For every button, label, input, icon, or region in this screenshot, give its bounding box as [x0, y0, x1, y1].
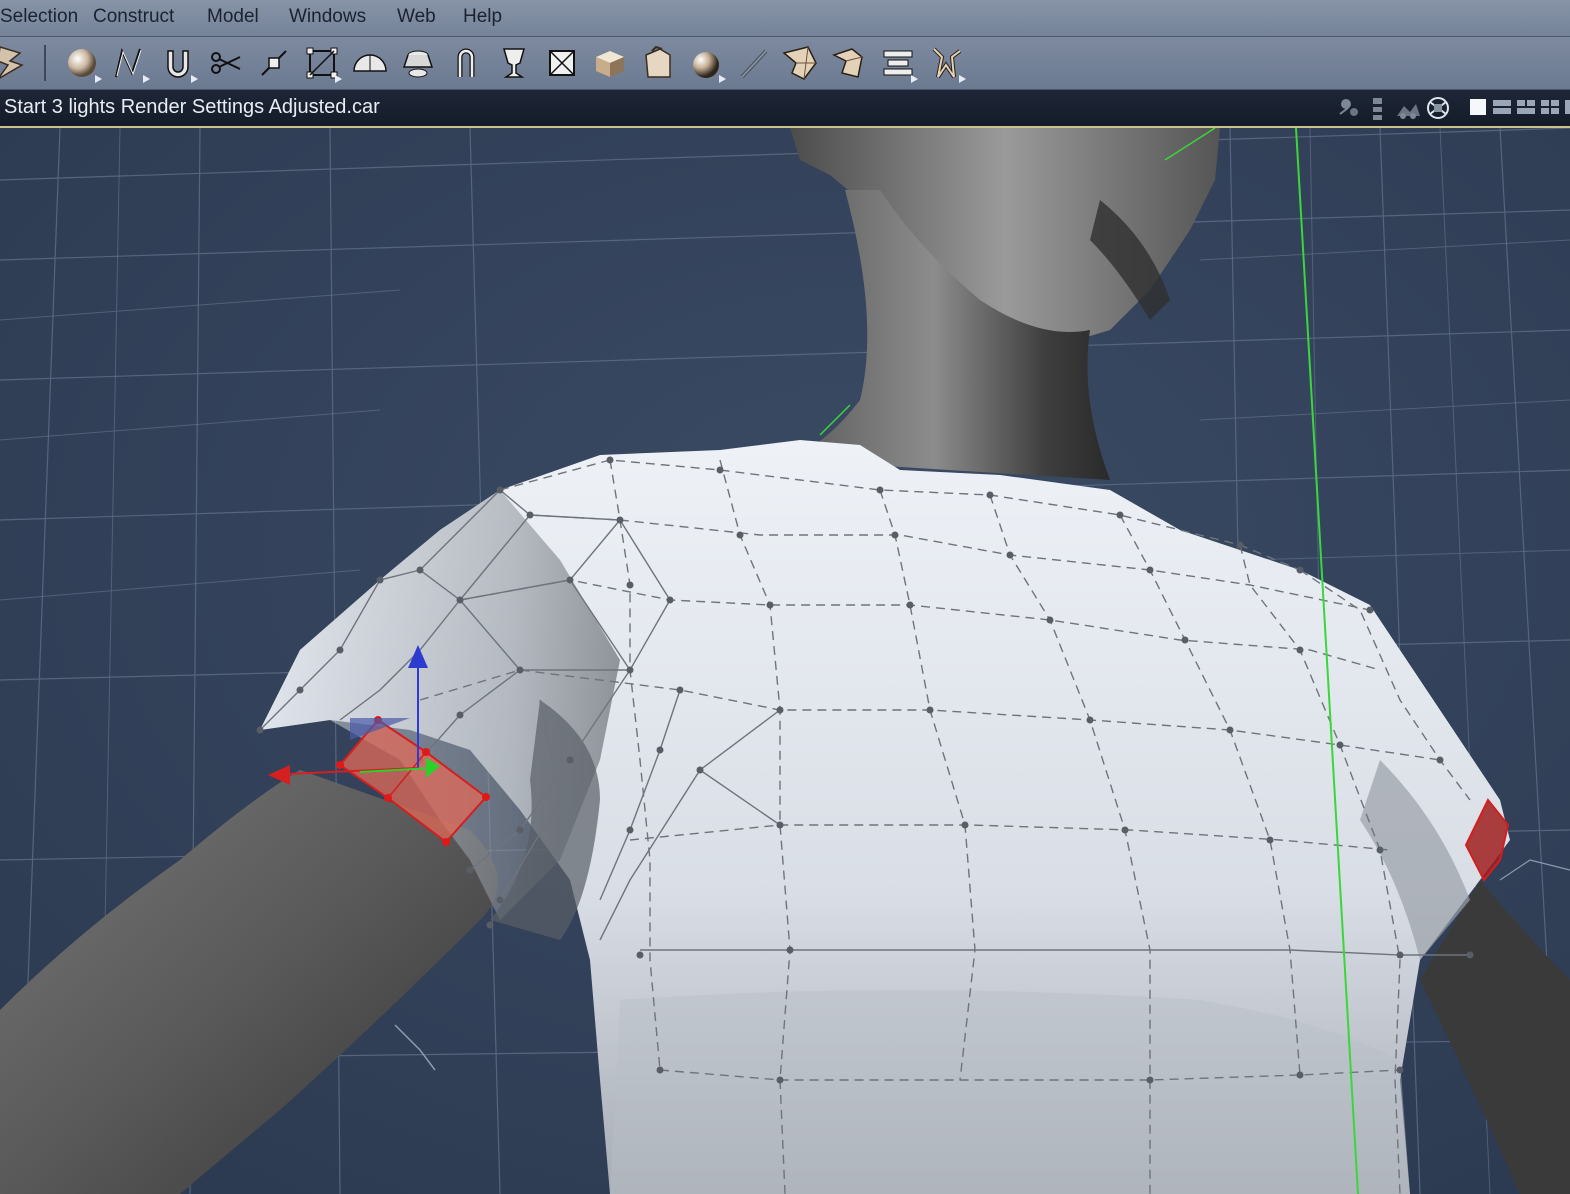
menu-construct[interactable]: Construct [93, 6, 174, 28]
magnet-tool-icon[interactable] [158, 43, 198, 83]
vertex-move-tool-icon[interactable] [254, 43, 294, 83]
spline-tool-icon[interactable] [110, 43, 150, 83]
hierarchy-view-icon[interactable] [1364, 94, 1392, 122]
more-layouts-icon[interactable] [1564, 97, 1570, 117]
lightning-tool-icon[interactable] [0, 43, 32, 83]
deform-tool-icon[interactable] [780, 43, 820, 83]
menu-bar: Selection Construct Model Windows Web He… [0, 0, 1570, 37]
bounding-box-tool-icon[interactable] [302, 43, 342, 83]
menu-model[interactable]: Model [207, 6, 259, 28]
dome-tool-icon[interactable] [350, 43, 390, 83]
bag-tool-icon[interactable] [638, 43, 678, 83]
document-title: Start 3 lights Render Settings Adjusted.… [4, 96, 380, 118]
two-row-layout-icon[interactable] [1492, 97, 1512, 117]
crossed-box-tool-icon[interactable] [542, 43, 582, 83]
single-layout-icon[interactable] [1468, 97, 1488, 117]
quad-layout-icon[interactable] [1540, 97, 1560, 117]
3d-viewport[interactable] [0, 128, 1570, 1194]
menu-help[interactable]: Help [463, 6, 502, 28]
tool-bar [0, 37, 1570, 90]
shaded-sphere-tool-icon[interactable] [686, 43, 726, 83]
scissors-tool-icon[interactable] [206, 43, 246, 83]
three-pane-layout-icon[interactable] [1516, 97, 1536, 117]
document-title-bar: Start 3 lights Render Settings Adjusted.… [0, 90, 1570, 128]
pen-tool-icon[interactable] [734, 43, 774, 83]
goblet-tool-icon[interactable] [494, 43, 534, 83]
menu-selection[interactable]: Selection [0, 6, 78, 28]
menu-windows[interactable]: Windows [289, 6, 366, 28]
lights-view-icon[interactable] [1336, 94, 1364, 122]
render-view-icon[interactable] [1424, 94, 1452, 122]
figure-tool-icon[interactable] [926, 43, 966, 83]
twist-tool-icon[interactable] [828, 43, 868, 83]
menu-web[interactable]: Web [397, 6, 436, 28]
camera-view-icon[interactable] [1394, 94, 1422, 122]
sphere-tool-icon[interactable] [62, 43, 102, 83]
box-tool-icon[interactable] [590, 43, 630, 83]
lathe-tool-icon[interactable] [398, 43, 438, 83]
bend-tool-icon[interactable] [446, 43, 486, 83]
stack-tool-icon[interactable] [878, 43, 918, 83]
